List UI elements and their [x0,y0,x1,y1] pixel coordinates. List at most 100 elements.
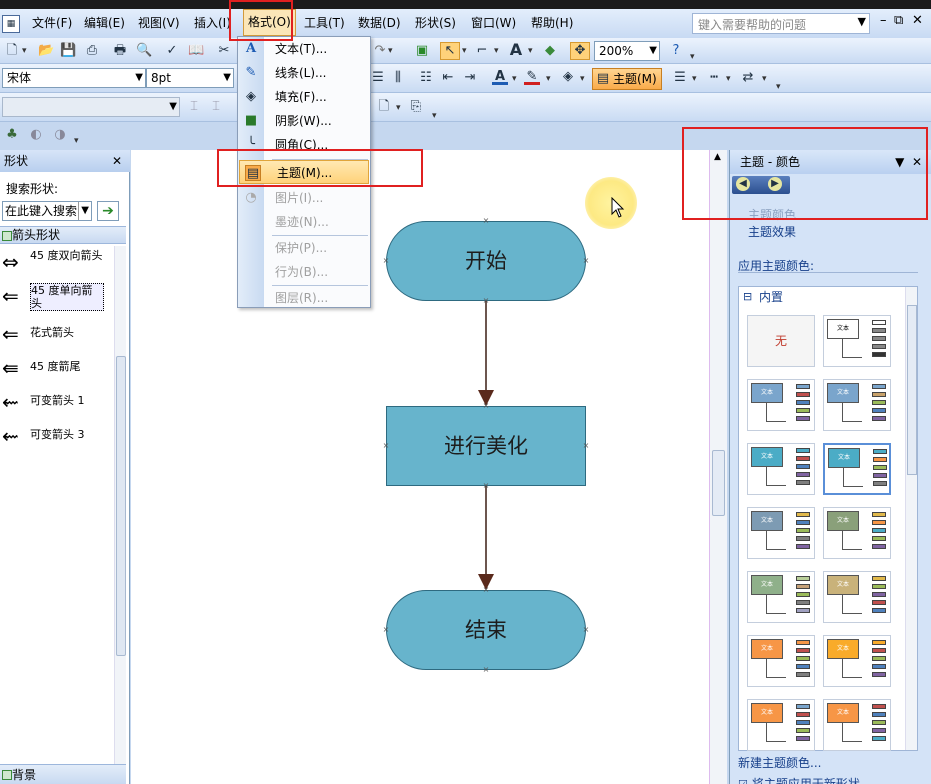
theme-effects-link[interactable]: 主题效果 [748,223,796,240]
theme-thumbnail[interactable]: 文本 [747,571,815,623]
help-search-input[interactable]: 键入需要帮助的问题 ▼ [692,13,870,34]
connection-point[interactable]: × [482,666,490,674]
toolbar-options-icon[interactable]: ▾ [432,111,437,121]
increase-indent-icon[interactable]: ⇥ [462,70,478,86]
background-stencil[interactable]: 背景 [0,764,126,784]
chevron-down-icon[interactable]: ▾ [692,74,697,84]
builtin-section-header[interactable]: 内置 [739,287,905,307]
menu-data[interactable]: 数据(D) [354,9,405,38]
shape-item[interactable]: ⇜ 可变箭头 1 [0,388,112,418]
line-color-icon[interactable]: ✎ [524,69,540,85]
theme-button[interactable]: ▤ 主题(M) [592,68,662,90]
end-node[interactable]: 结束 [386,590,586,670]
connection-point[interactable]: × [582,626,590,634]
chevron-down-icon[interactable]: ▾ [726,74,731,84]
fill-color-icon[interactable]: ◈ [560,69,576,85]
menu-item-line[interactable]: ✎ 线条(L)... [238,61,370,85]
shape-item[interactable]: ⇚ 45 度箭尾 [0,354,112,384]
bullets-icon[interactable]: ☷ [418,70,434,86]
connection-point[interactable]: × [482,482,490,490]
permission-icon[interactable]: ⎙ [84,43,100,59]
menu-item-fill[interactable]: ◈ 填充(F)... [238,85,370,109]
shapes-window-icon[interactable]: ▣ [414,43,430,59]
theme-thumbnail[interactable]: 文本 [823,507,891,559]
theme-thumbnail[interactable]: 文本 [823,571,891,623]
research-icon[interactable]: 📖 [188,43,204,59]
process-node[interactable]: 进行美化 [386,406,586,486]
scrollbar-thumb[interactable] [907,305,917,475]
print-preview-icon[interactable]: 🔍 [136,43,152,59]
toolbar-options-icon[interactable]: ▾ [74,136,79,146]
search-go-button[interactable]: ➔ [97,201,119,221]
theme-thumbnail[interactable]: 文本 [747,379,815,431]
app-icon[interactable]: ▦ [2,15,20,33]
menu-file[interactable]: 文件(F) [28,9,76,38]
shapes-scrollbar[interactable] [114,246,126,764]
chevron-down-icon[interactable]: ▾ [546,74,551,84]
connection-point[interactable]: × [482,297,490,305]
theme-thumbnail[interactable]: 文本 [747,635,815,687]
menu-help[interactable]: 帮助(H) [527,9,577,38]
start-node[interactable]: 开始 [386,221,586,301]
search-shapes-input[interactable]: 在此键入搜索 ▼ [2,201,92,221]
scrollbar-thumb[interactable] [116,356,126,656]
vertical-text-icon[interactable]: ⫼ [390,70,406,86]
chevron-down-icon[interactable]: ▾ [388,46,393,56]
layer-icon[interactable]: ♣ [4,127,20,143]
new-file-icon[interactable]: 🗋 [4,43,20,59]
close-icon[interactable]: ✕ [112,150,122,172]
connector-tool-icon[interactable]: ⌐ [474,43,490,59]
connection-point[interactable]: × [382,626,390,634]
pan-zoom-icon[interactable]: ✥ [570,42,590,60]
back-icon[interactable]: ◐ [28,127,44,143]
connector-right-icon[interactable]: ⌶ [208,99,224,115]
minimize-icon[interactable]: – [880,13,887,28]
zoom-select[interactable]: 200% ▼ [594,41,660,61]
help-icon[interactable]: ? [668,43,684,59]
scrollbar-thumb[interactable] [712,450,725,516]
chevron-down-icon[interactable]: ▾ [512,74,517,84]
chevron-down-icon[interactable]: ▾ [22,46,27,56]
print-icon[interactable]: 🖶 [112,43,128,59]
font-color-icon[interactable]: A [492,69,508,85]
open-folder-icon[interactable]: 📂 [38,43,54,59]
apply-to-new-shapes-checkbox[interactable]: 将主题应用于新形状 [738,775,860,784]
line-weight-icon[interactable]: ☰ [672,70,688,86]
menu-item-behavior[interactable]: 行为(B)... [238,260,370,284]
canvas-scrollbar[interactable]: ▲ [709,150,727,784]
cut-icon[interactable]: ✂ [216,43,232,59]
chevron-down-icon[interactable]: ▼ [858,15,866,28]
spelling-icon[interactable]: ✓ [164,43,180,59]
close-icon[interactable]: ✕ [912,13,923,28]
insert-page-icon[interactable]: ⎘ [408,99,424,115]
menu-shape[interactable]: 形状(S) [411,9,460,38]
connection-point[interactable]: × [582,442,590,450]
chevron-down-icon[interactable]: ▾ [396,103,401,113]
menu-item-ink[interactable]: 墨迹(N)... [238,210,370,234]
save-icon[interactable]: 💾 [60,43,76,59]
theme-thumbnail[interactable]: 文本 [747,443,815,495]
drawing-page[interactable]: 开始 进行美化 结束 × × × × × × × × × × × × [131,150,709,784]
shape-tool-icon[interactable]: ◆ [542,43,558,59]
menu-tools[interactable]: 工具(T) [300,9,349,38]
shape-item[interactable]: ⇜ 可变箭头 3 [0,422,112,452]
redo-icon[interactable]: ↷ [372,43,388,59]
shape-item[interactable]: ⇐ 花式箭头 [0,320,112,350]
chevron-down-icon[interactable]: ▾ [462,46,467,56]
chevron-down-icon[interactable]: ▾ [494,46,499,56]
theme-thumbnail[interactable]: 文本 [823,443,891,495]
menu-window[interactable]: 窗口(W) [467,9,520,38]
toolbar-options-icon[interactable]: ▾ [690,52,695,62]
connection-point[interactable]: × [582,257,590,265]
theme-thumbnail[interactable]: 文本 [747,699,815,751]
chevron-down-icon[interactable]: ▾ [528,46,533,56]
theme-thumbnail[interactable]: 文本 [823,635,891,687]
connector-left-icon[interactable]: ⌶ [186,99,202,115]
stencil-header[interactable]: 箭头形状 [0,226,126,244]
menu-item-layer[interactable]: 图层(R)... [238,286,370,310]
menu-item-picture[interactable]: ◔ 图片(I)... [238,186,370,210]
menu-view[interactable]: 视图(V) [134,9,184,38]
menu-item-protect[interactable]: 保护(P)... [238,236,370,260]
theme-thumbnail[interactable]: 文本 [823,315,891,367]
page-icon[interactable]: 🗋 [376,99,392,115]
